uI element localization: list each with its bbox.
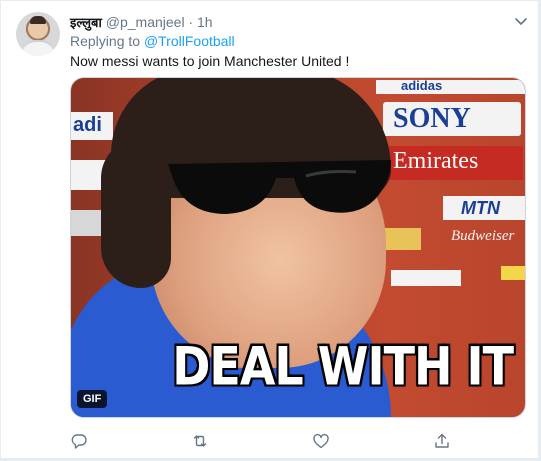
- sponsor-mtn: MTN: [461, 198, 500, 218]
- sponsor-board: [376, 80, 525, 94]
- gif-badge: GIF: [77, 390, 108, 408]
- sponsor-board: [391, 270, 461, 286]
- timestamp[interactable]: 1h: [197, 14, 213, 30]
- reply-icon[interactable]: [70, 432, 88, 450]
- player-hair: [101, 138, 171, 288]
- user-handle[interactable]: @p_manjeel: [106, 14, 185, 30]
- chevron-down-icon[interactable]: [513, 13, 529, 29]
- display-name[interactable]: इल्लुबा: [70, 16, 102, 31]
- sunglasses-graphic: [168, 160, 391, 214]
- avatar[interactable]: [16, 12, 60, 56]
- retweet-icon[interactable]: [191, 432, 209, 450]
- sponsor-adidas: adidas: [401, 78, 443, 93]
- replying-label: Replying to: [70, 33, 141, 49]
- tweet-card[interactable]: इल्लुबा @p_manjeel · 1h Replying to @Tro…: [0, 0, 539, 459]
- gif-caption: DEAL WITH IT: [172, 334, 514, 398]
- share-icon[interactable]: [433, 432, 451, 450]
- sponsor-emirates: Emirates: [393, 148, 479, 174]
- separator-dot: ·: [188, 14, 194, 30]
- tweet-text: Now messi wants to join Manchester Unite…: [70, 53, 350, 69]
- gif-media[interactable]: SONY adidas Emirates MTN Budweiser adi D…: [70, 77, 526, 418]
- replying-to-handle[interactable]: @TrollFootball: [144, 33, 235, 49]
- replying-to: Replying to @TrollFootball: [70, 32, 235, 50]
- sponsor-budweiser: Budweiser: [451, 228, 515, 244]
- like-icon[interactable]: [312, 432, 330, 450]
- tweet-header: इल्लुबा @p_manjeel · 1h: [70, 12, 213, 34]
- sponsor-board: [501, 266, 525, 280]
- sponsor-adi: adi: [73, 114, 102, 136]
- sponsor-sony: SONY: [393, 103, 471, 134]
